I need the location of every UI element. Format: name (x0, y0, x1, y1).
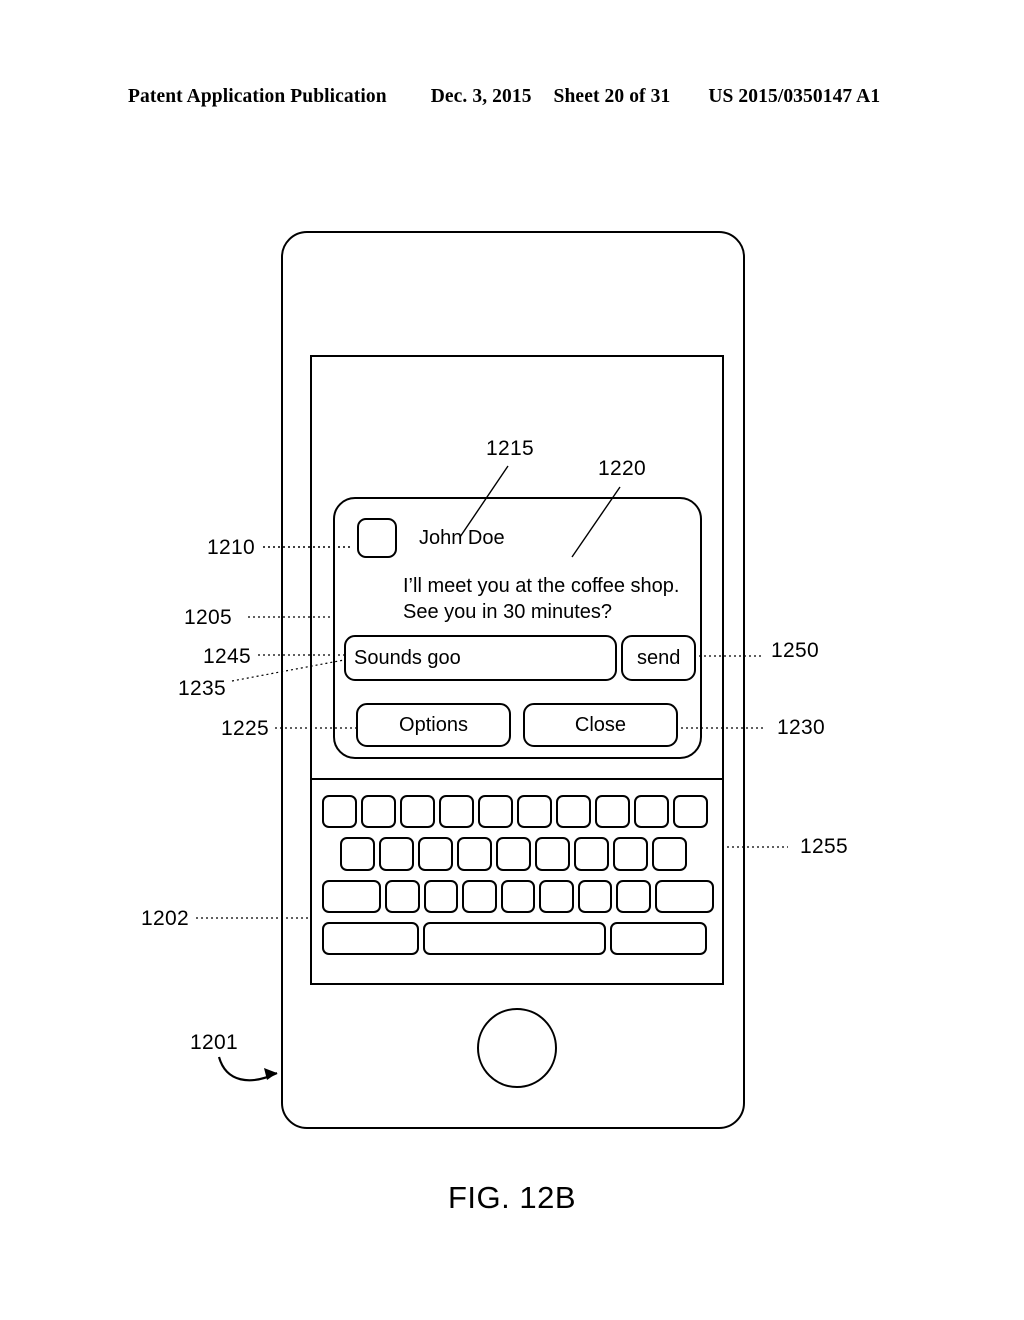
keyboard-key[interactable] (385, 880, 420, 913)
ref-label-1225: 1225 (221, 717, 269, 740)
reply-input-value: Sounds goo (354, 646, 461, 669)
keyboard-return-key[interactable] (610, 922, 707, 955)
ref-label-1230: 1230 (777, 716, 825, 739)
keyboard-key[interactable] (496, 837, 531, 871)
screen-keyboard-divider (310, 778, 724, 780)
keyboard-key[interactable] (418, 837, 453, 871)
patent-number: US 2015/0350147 A1 (708, 86, 881, 107)
ref-label-1255: 1255 (800, 835, 848, 858)
keyboard-key[interactable] (439, 795, 474, 828)
figure-caption: FIG. 12B (447, 1180, 577, 1215)
patent-header: Patent Application Publication Dec. 3, 2… (128, 86, 896, 108)
keyboard-key[interactable] (616, 880, 651, 913)
message-dialog: John Doe I’ll meet you at the coffee sho… (333, 497, 702, 759)
leader-1201-arrowhead (264, 1068, 277, 1080)
keyboard-key[interactable] (673, 795, 708, 828)
message-text: I’ll meet you at the coffee shop. See yo… (403, 575, 680, 623)
publication-date: Dec. 3, 2015 (430, 86, 532, 107)
publication-label: Patent Application Publication (128, 86, 387, 107)
ref-label-1215: 1215 (486, 437, 534, 460)
contact-row: John Doe (357, 518, 505, 558)
close-button-label: Close (574, 713, 627, 736)
keyboard-key[interactable] (400, 795, 435, 828)
options-button-label: Options (399, 713, 468, 736)
ref-label-1205: 1205 (184, 606, 232, 629)
keyboard-key[interactable] (322, 795, 357, 828)
ref-label-1235: 1235 (178, 677, 226, 700)
keyboard-key[interactable] (613, 837, 648, 871)
ref-label-1250: 1250 (771, 639, 819, 662)
keyboard-key[interactable] (634, 795, 669, 828)
keyboard-key[interactable] (574, 837, 609, 871)
send-button[interactable]: send (621, 635, 696, 681)
close-button[interactable]: Close (523, 703, 678, 747)
keyboard-key[interactable] (517, 795, 552, 828)
ref-label-1202: 1202 (141, 907, 189, 930)
ref-label-1210: 1210 (207, 536, 255, 559)
ref-label-1245: 1245 (203, 645, 251, 668)
dialog-action-row: Options Close (356, 703, 678, 747)
ref-label-1220: 1220 (598, 457, 646, 480)
keyboard-shift-key[interactable] (322, 880, 382, 913)
keyboard-backspace-key[interactable] (654, 880, 715, 913)
keyboard-row-1 (322, 795, 714, 828)
leader-1201 (217, 1056, 278, 1082)
keyboard-key[interactable] (457, 837, 492, 871)
keyboard-key[interactable] (423, 880, 459, 913)
keyboard-symbols-key[interactable] (322, 922, 419, 955)
send-button-label: send (637, 646, 681, 669)
keyboard-key[interactable] (478, 795, 513, 828)
keyboard-row-2 (322, 837, 714, 871)
keyboard-key[interactable] (577, 880, 613, 913)
keyboard-key[interactable] (500, 880, 536, 913)
keyboard-key[interactable] (340, 837, 375, 871)
keyboard-row-3 (322, 880, 715, 913)
keyboard-key[interactable] (595, 795, 630, 828)
keyboard-key[interactable] (361, 795, 396, 828)
contact-name-label: John Doe (419, 527, 505, 549)
on-screen-keyboard (322, 795, 715, 955)
sheet-number: Sheet 20 of 31 (553, 86, 671, 107)
reply-text-input[interactable]: Sounds goo (344, 635, 618, 681)
keyboard-key[interactable] (379, 837, 414, 871)
keyboard-key[interactable] (462, 880, 497, 913)
home-button[interactable] (477, 1008, 557, 1088)
keyboard-key[interactable] (535, 837, 570, 871)
keyboard-key[interactable] (539, 880, 574, 913)
keyboard-key[interactable] (652, 837, 687, 871)
options-button[interactable]: Options (356, 703, 511, 747)
keyboard-row-4 (322, 922, 714, 955)
ref-label-1201: 1201 (190, 1031, 238, 1054)
keyboard-space-key[interactable] (423, 922, 606, 955)
keyboard-key[interactable] (556, 795, 591, 828)
reply-input-row: Sounds goo send (344, 635, 696, 681)
contact-avatar (357, 518, 397, 558)
